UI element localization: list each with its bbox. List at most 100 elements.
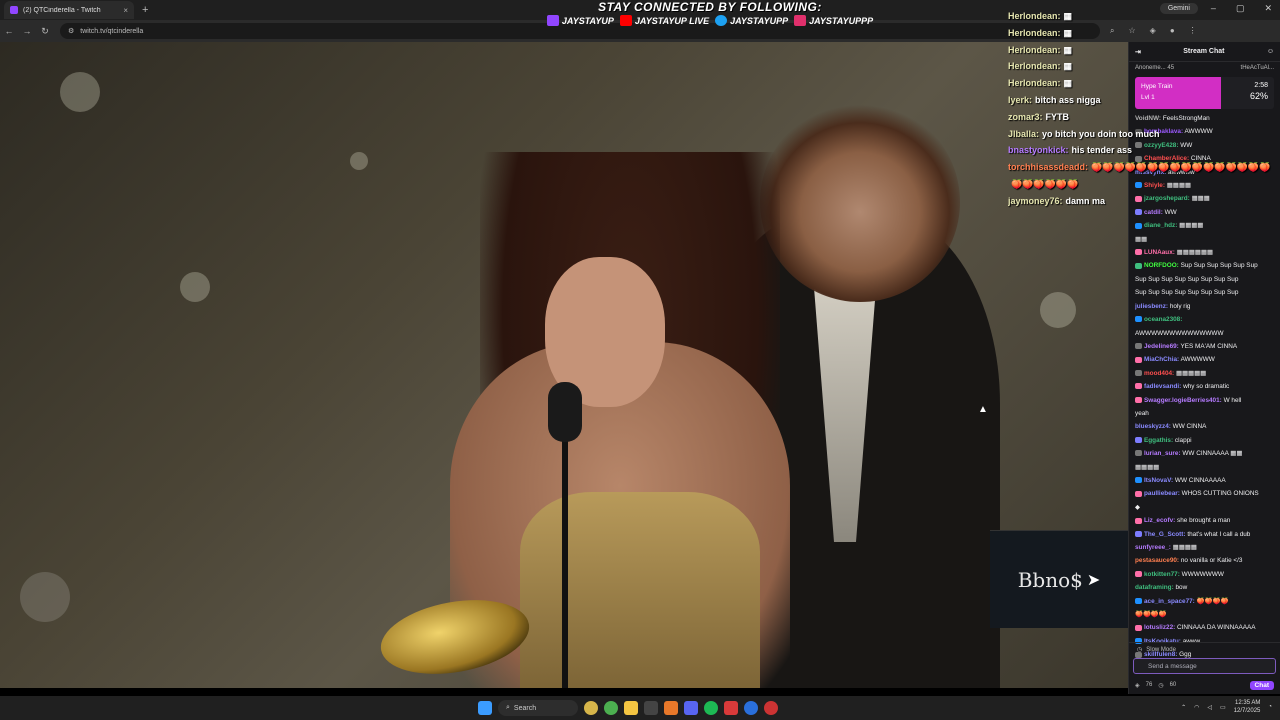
- chat-message[interactable]: fadlevsandi: why so dramatic: [1135, 380, 1274, 393]
- spotify-icon[interactable]: [704, 701, 718, 715]
- chat-message[interactable]: yeah: [1135, 407, 1274, 420]
- chat-badge-icon[interactable]: [1135, 450, 1142, 457]
- chat-username[interactable]: Swagger.logieBerries401:: [1144, 397, 1222, 404]
- chat-username[interactable]: Eggathis:: [1144, 437, 1173, 444]
- chat-badge-icon[interactable]: [1135, 356, 1142, 363]
- chat-badge-icon[interactable]: [1135, 249, 1142, 256]
- chat-message[interactable]: Sup Sup Sup Sup Sup Sup Sup Sup: [1135, 273, 1274, 286]
- chat-username[interactable]: MiaChChia:: [1144, 356, 1179, 363]
- chat-badge-icon[interactable]: [1135, 597, 1142, 604]
- chat-username[interactable]: Jedeline69:: [1144, 343, 1179, 350]
- chat-message[interactable]: diane_hdz: ▦▦▦▦: [1135, 219, 1274, 232]
- chat-username[interactable]: LUNAaux:: [1144, 249, 1175, 256]
- chat-username[interactable]: diane_hdz:: [1144, 222, 1177, 229]
- chat-username[interactable]: ace_in_space77:: [1144, 598, 1195, 605]
- chat-message[interactable]: ▦▦▦▦: [1135, 461, 1274, 474]
- reload-icon[interactable]: ↻: [36, 26, 54, 37]
- system-clock[interactable]: 12:35 AM 12/7/2025: [1234, 699, 1261, 715]
- app-settings-icon[interactable]: [764, 701, 778, 715]
- wifi-icon[interactable]: ◠: [1194, 704, 1199, 711]
- chat-message[interactable]: ItsNovaV: WW CINNAAAAA: [1135, 474, 1274, 487]
- chat-badge-icon[interactable]: [1135, 209, 1142, 216]
- chat-badge-icon[interactable]: [1135, 437, 1142, 444]
- chat-username[interactable]: pestasauce90:: [1135, 557, 1179, 564]
- chat-message[interactable]: The_G_Scott: that's what I call a dub: [1135, 528, 1274, 541]
- chat-username[interactable]: NORFDOO:: [1144, 262, 1179, 269]
- chat-message[interactable]: MiaChChia: AWWWWW: [1135, 353, 1274, 366]
- chat-username[interactable]: kotkitten77:: [1144, 571, 1180, 578]
- channel-points-icon[interactable]: ◈: [1135, 682, 1140, 689]
- chat-message[interactable]: Swagger.logieBerries401: W hell: [1135, 394, 1274, 407]
- chat-badge-icon[interactable]: [1135, 396, 1142, 403]
- app-red-icon[interactable]: [724, 701, 738, 715]
- browser-tab[interactable]: (2) QTCinderella - Twitch ×: [4, 1, 134, 19]
- chat-username[interactable]: oceana2308:: [1144, 316, 1182, 323]
- chat-badge-icon[interactable]: [1135, 530, 1142, 537]
- chat-badge-icon[interactable]: [1135, 477, 1142, 484]
- chat-message[interactable]: oceana2308:: [1135, 313, 1274, 326]
- chat-message[interactable]: Jedeline69: YES MA'AM CINNA: [1135, 340, 1274, 353]
- taskbar-search[interactable]: ⌕ Search: [498, 700, 578, 716]
- chat-username[interactable]: paulliebear:: [1144, 490, 1180, 497]
- chat-message[interactable]: kotkitten77: WWWWWWW: [1135, 568, 1274, 581]
- chat-message[interactable]: ◆: [1135, 501, 1274, 514]
- discord-icon[interactable]: [684, 701, 698, 715]
- close-tab-icon[interactable]: ×: [123, 6, 128, 15]
- chat-username[interactable]: catdil:: [1144, 209, 1163, 216]
- chat-message[interactable]: juliesbenz: holy rig: [1135, 300, 1274, 313]
- chat-badge-icon[interactable]: [1135, 383, 1142, 390]
- volume-icon[interactable]: ◁: [1207, 704, 1212, 711]
- chat-message[interactable]: lotusliz22: CINNAAA DA WINNAAAAA: [1135, 621, 1274, 634]
- chat-message[interactable]: dataframing: bow: [1135, 581, 1274, 594]
- app-orange-icon[interactable]: [664, 701, 678, 715]
- chat-badge-icon[interactable]: [1135, 517, 1142, 524]
- forward-icon[interactable]: →: [18, 26, 36, 36]
- chat-message[interactable]: LUNAaux: ▦▦▦▦▦▦: [1135, 246, 1274, 259]
- windows-start-icon[interactable]: [478, 701, 492, 715]
- chat-username[interactable]: sunfyreee_:: [1135, 544, 1171, 551]
- chat-username[interactable]: lurian_sure:: [1144, 450, 1181, 457]
- chat-badge-icon[interactable]: [1135, 222, 1142, 229]
- chat-badge-icon[interactable]: [1135, 624, 1142, 631]
- chat-username[interactable]: blueskyzz4:: [1135, 423, 1171, 430]
- chat-message[interactable]: blueskyzz4: WW CINNA: [1135, 420, 1274, 433]
- chat-username[interactable]: fadlevsandi:: [1144, 383, 1181, 390]
- chat-badge-icon[interactable]: [1135, 262, 1142, 269]
- video-player[interactable]: ▲ Bbno$ ➤: [0, 42, 1128, 688]
- chat-message[interactable]: paulliebear: WHOS CUTTING ONIONS: [1135, 487, 1274, 500]
- chat-message[interactable]: pestasauce90: no vanilla or Katie </3: [1135, 554, 1274, 567]
- new-tab-button[interactable]: +: [142, 4, 148, 16]
- chat-badge-icon[interactable]: [1135, 316, 1142, 323]
- chat-username[interactable]: juliesbenz:: [1135, 303, 1168, 310]
- chrome-icon[interactable]: [604, 701, 618, 715]
- chat-message[interactable]: Sup Sup Sup Sup Sup Sup Sup Sup: [1135, 286, 1274, 299]
- file-explorer-icon[interactable]: [624, 701, 638, 715]
- chat-message[interactable]: NORFDOO: Sup Sup Sup Sup Sup Sup: [1135, 259, 1274, 272]
- chat-message[interactable]: 🍑🍑🍑🍑: [1135, 608, 1274, 621]
- chat-message[interactable]: ▦▦: [1135, 233, 1274, 246]
- chat-username[interactable]: lotusliz22:: [1144, 624, 1175, 631]
- chat-username[interactable]: mood404:: [1144, 370, 1174, 377]
- chat-message[interactable]: mood404: ▦▦▦▦▦: [1135, 367, 1274, 380]
- bits-icon[interactable]: ◷: [1158, 682, 1163, 689]
- chat-message[interactable]: ace_in_space77: 🍑🍑🍑🍑: [1135, 595, 1274, 608]
- chat-badge-icon[interactable]: [1135, 343, 1142, 350]
- chat-send-button[interactable]: Chat: [1249, 680, 1274, 690]
- chat-username[interactable]: Liz_ecofv:: [1144, 517, 1175, 524]
- app-refresh-icon[interactable]: [744, 701, 758, 715]
- battery-icon[interactable]: ▭: [1220, 704, 1226, 711]
- chat-message[interactable]: Liz_ecofv: she brought a man: [1135, 514, 1274, 527]
- chat-username[interactable]: The_G_Scott:: [1144, 531, 1186, 538]
- chat-username[interactable]: dataframing:: [1135, 584, 1174, 591]
- chat-username[interactable]: ItsNovaV:: [1144, 477, 1173, 484]
- chat-badge-icon[interactable]: [1135, 490, 1142, 497]
- weather-icon[interactable]: [584, 701, 598, 715]
- chat-message[interactable]: AWWWWWWWWWWWWWW: [1135, 327, 1274, 340]
- chat-message[interactable]: sunfyreee_: ▦▦▦▦: [1135, 541, 1274, 554]
- tray-chevron-icon[interactable]: ⌃: [1181, 704, 1186, 711]
- notifications-icon[interactable]: ◔: [1268, 704, 1272, 710]
- chat-badge-icon[interactable]: [1135, 571, 1142, 578]
- chat-badge-icon[interactable]: [1135, 370, 1142, 377]
- chat-message-input[interactable]: Send a message: [1133, 658, 1276, 674]
- chat-message[interactable]: lurian_sure: WW CINNAAAA ▦▦: [1135, 447, 1274, 460]
